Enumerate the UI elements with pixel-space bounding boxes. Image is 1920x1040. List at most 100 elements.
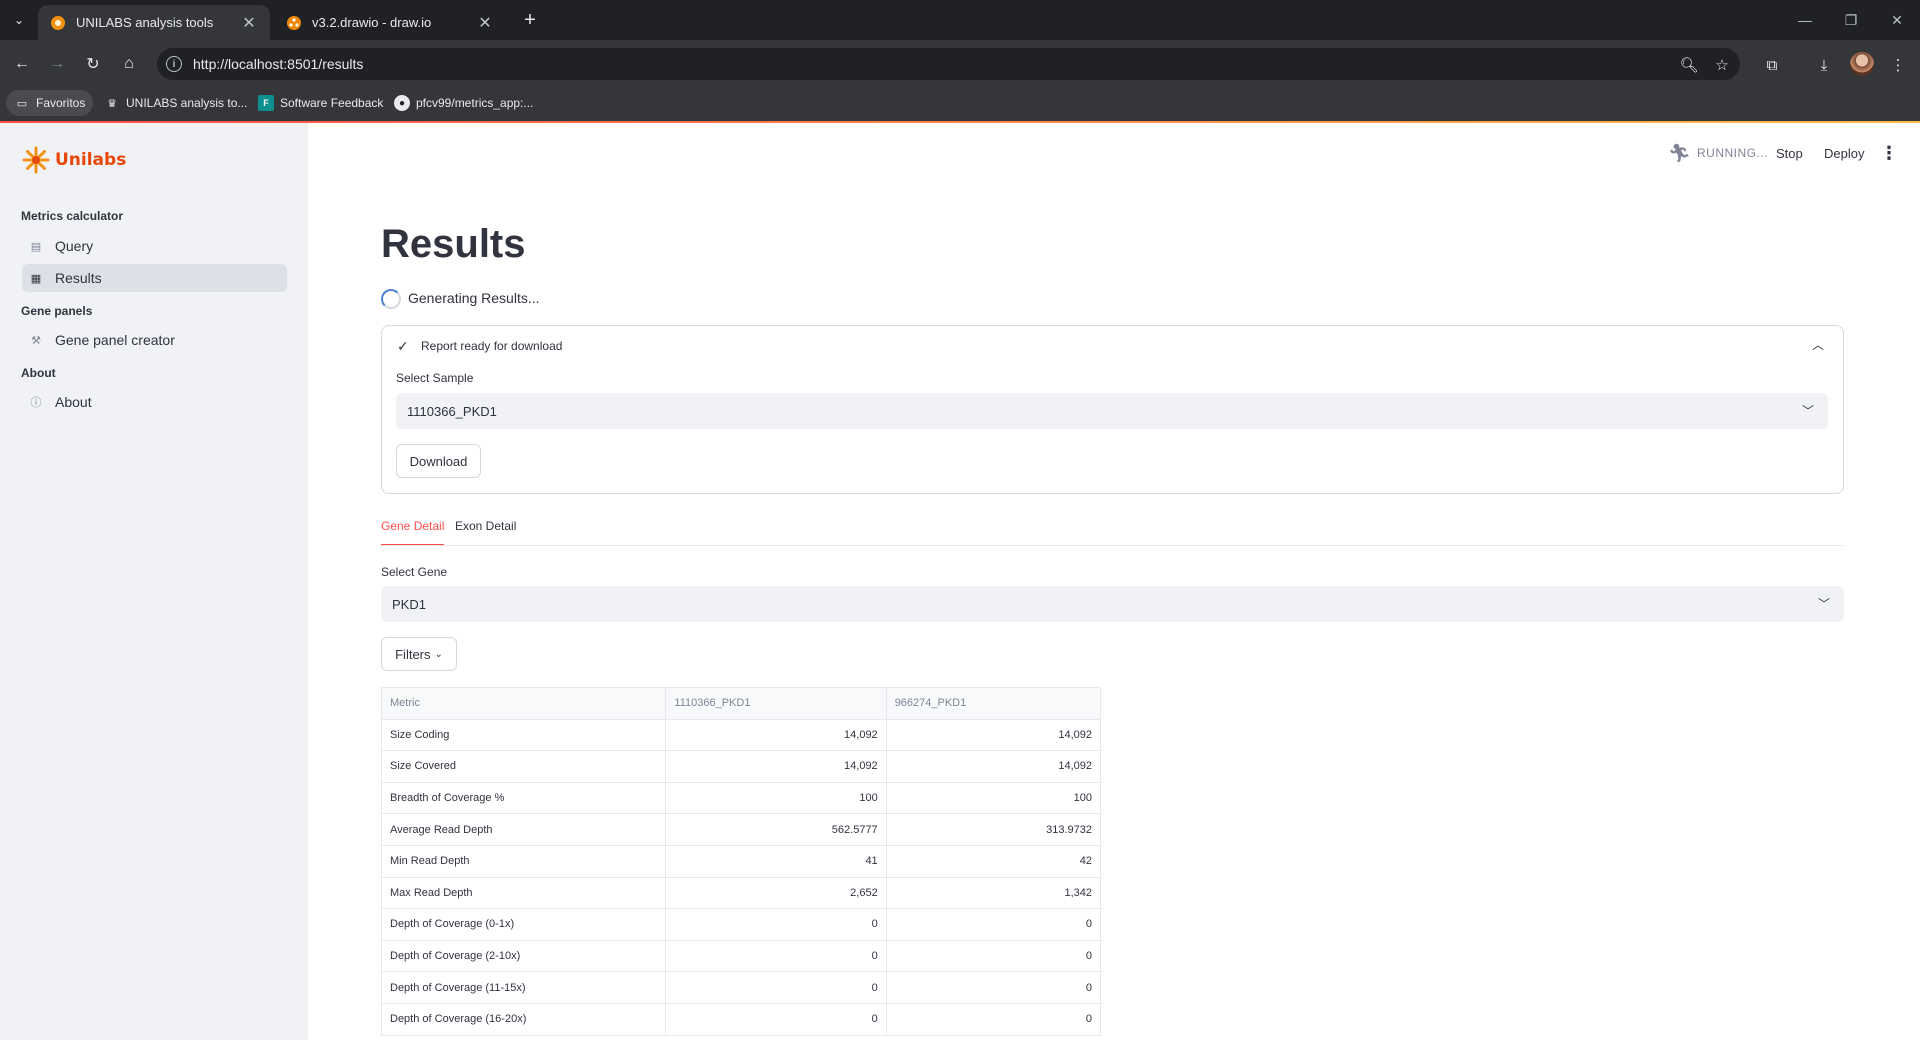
column-header-sample-1[interactable]: 1110366_PKD1 <box>665 687 887 720</box>
section-gene-panels: Gene panels <box>21 304 93 318</box>
bookmark-favoritos[interactable]: ▭ Favoritos <box>6 90 94 116</box>
metric-name-cell[interactable]: Depth of Coverage (2-10x) <box>380 939 667 973</box>
metric-name-cell[interactable]: Breadth of Coverage % <box>380 781 667 815</box>
metric-value-cell[interactable]: 0 <box>665 971 887 1004</box>
metric-value-cell[interactable]: 100 <box>885 781 1102 815</box>
table-icon: ▤ <box>30 240 42 253</box>
home-icon[interactable]: ⌂ <box>115 50 143 78</box>
close-window-icon[interactable]: ✕ <box>1874 0 1920 40</box>
metric-value-cell[interactable]: 0 <box>885 971 1102 1004</box>
sidebar-item-results[interactable]: ▦ Results <box>22 264 287 292</box>
running-status: RUNNING... <box>1697 146 1768 160</box>
spinner-text: Generating Results... <box>408 290 540 306</box>
bookmark-unilabs[interactable]: ♛ UNILABS analysis to... <box>96 90 255 116</box>
sidebar-item-label: Gene panel creator <box>55 332 175 348</box>
column-header-metric[interactable]: Metric <box>380 687 667 720</box>
profile-avatar[interactable] <box>1850 52 1874 76</box>
metric-name-cell[interactable]: Depth of Coverage (0-1x) <box>380 908 667 941</box>
close-tab-icon[interactable]: ✕ <box>240 13 258 33</box>
gene-select-value: PKD1 <box>392 596 426 612</box>
chart-icon: ▦ <box>30 272 42 285</box>
metric-name-cell[interactable]: Max Read Depth <box>380 876 667 910</box>
metrics-table[interactable]: Metric 1110366_PKD1 966274_PKD1 Size Cod… <box>380 687 1102 1036</box>
metric-name-cell[interactable]: Average Read Depth <box>380 813 667 846</box>
browser-tab-inactive[interactable]: v3.2.drawio - draw.io ✕ <box>274 5 506 40</box>
metric-value-cell[interactable]: 0 <box>665 908 887 941</box>
download-button[interactable]: Download <box>396 444 481 478</box>
section-metrics-calculator: Metrics calculator <box>21 209 124 223</box>
extensions-icon[interactable]: ⧉ <box>1760 53 1784 77</box>
select-gene-label: Select Gene <box>381 565 448 579</box>
filters-button[interactable]: Filters ⌄ <box>381 637 457 671</box>
sidebar-item-label: About <box>55 394 92 410</box>
sidebar-item-label: Query <box>55 238 94 254</box>
browser-tab-active[interactable]: UNILABS analysis tools ✕ <box>38 5 270 40</box>
metric-value-cell[interactable]: 14,092 <box>885 718 1102 752</box>
metric-value-cell[interactable]: 0 <box>885 1002 1102 1036</box>
section-about: About <box>21 366 56 380</box>
sidebar-item-about[interactable]: ⓘ About <box>22 388 287 416</box>
metric-value-cell[interactable]: 313.9732 <box>885 813 1102 846</box>
gene-select[interactable]: PKD1 ﹀ <box>381 586 1844 622</box>
metric-value-cell[interactable]: 14,092 <box>665 750 887 783</box>
metric-value-cell[interactable]: 0 <box>665 939 887 973</box>
tab-exon-detail[interactable]: Exon Detail <box>455 519 516 546</box>
column-header-sample-2[interactable]: 966274_PKD1 <box>885 687 1102 720</box>
running-man-icon: 🏃︎ <box>1668 142 1691 163</box>
logo-text: Unilabs <box>55 150 127 170</box>
metric-value-cell[interactable]: 0 <box>885 939 1102 973</box>
metric-value-cell[interactable]: 1,342 <box>885 876 1102 910</box>
deploy-button[interactable]: Deploy <box>1824 142 1864 164</box>
address-bar[interactable]: i http://localhost:8501/results <box>157 48 1740 80</box>
table-row: Depth of Coverage (2-10x) 0 0 <box>380 939 1102 973</box>
chevron-up-icon[interactable]: ︿ <box>1812 336 1824 353</box>
main-menu-icon[interactable]: ⋮ <box>1880 142 1898 164</box>
bookmark-star-icon[interactable]: ☆ <box>1710 53 1734 77</box>
browser-menu-icon[interactable]: ⋮ <box>1886 53 1910 77</box>
new-tab-icon[interactable]: + <box>518 8 542 32</box>
close-tab-icon[interactable]: ✕ <box>476 13 494 33</box>
stop-button[interactable]: Stop <box>1776 142 1803 164</box>
bookmark-software-feedback[interactable]: F Software Feedback <box>250 90 391 116</box>
metric-name-cell[interactable]: Size Covered <box>380 750 667 783</box>
table-row: Depth of Coverage (11-15x) 0 0 <box>380 971 1102 1004</box>
downloads-icon[interactable]: ⤓ <box>1812 53 1836 77</box>
forward-icon[interactable]: → <box>43 50 71 78</box>
bookmark-github[interactable]: ● pfcv99/metrics_app:... <box>386 90 541 116</box>
chevron-down-icon: ﹀ <box>1817 597 1830 611</box>
metric-name-cell[interactable]: Depth of Coverage (16-20x) <box>380 1002 667 1036</box>
sample-select-value: 1110366_PKD1 <box>407 403 497 419</box>
metric-value-cell[interactable]: 41 <box>665 844 887 878</box>
expander-header[interactable]: Report ready for download <box>421 339 562 353</box>
tab-gene-detail[interactable]: Gene Detail <box>381 519 445 546</box>
metric-name-cell[interactable]: Size Coding <box>380 718 667 752</box>
site-info-icon[interactable]: i <box>166 56 182 72</box>
restore-icon[interactable]: ❐ <box>1828 0 1874 40</box>
metric-value-cell[interactable]: 562.5777 <box>665 813 887 846</box>
tab-title: v3.2.drawio - draw.io <box>312 15 432 30</box>
chevron-down-icon: ﹀ <box>1801 404 1814 418</box>
url-text: http://localhost:8501/results <box>193 56 364 72</box>
sidebar-item-label: Results <box>55 270 102 286</box>
loading-spinner-icon <box>381 289 401 309</box>
sidebar-item-gene-panel-creator[interactable]: ⚒ Gene panel creator <box>22 326 287 354</box>
metric-value-cell[interactable]: 14,092 <box>885 750 1102 783</box>
metric-name-cell[interactable]: Min Read Depth <box>380 844 667 878</box>
metric-value-cell[interactable]: 0 <box>665 1002 887 1036</box>
metric-value-cell[interactable]: 0 <box>885 908 1102 941</box>
metric-value-cell[interactable]: 100 <box>665 781 887 815</box>
tab-search-button[interactable]: ⌄ <box>6 8 32 32</box>
sidebar-item-query[interactable]: ▤ Query <box>22 232 287 260</box>
metric-name-cell[interactable]: Depth of Coverage (11-15x) <box>380 971 667 1004</box>
unilabs-logo-icon <box>22 146 50 174</box>
sample-select[interactable]: 1110366_PKD1 ﹀ <box>396 393 1828 429</box>
table-row: Average Read Depth 562.5777 313.9732 <box>380 813 1102 846</box>
back-icon[interactable]: ← <box>8 50 36 78</box>
zoom-icon[interactable]: 🔍︎ <box>1677 53 1701 77</box>
table-row: Breadth of Coverage % 100 100 <box>380 781 1102 815</box>
minimize-icon[interactable]: — <box>1782 0 1828 40</box>
metric-value-cell[interactable]: 2,652 <box>665 876 887 910</box>
reload-icon[interactable]: ↻ <box>79 50 107 78</box>
metric-value-cell[interactable]: 14,092 <box>665 718 887 752</box>
metric-value-cell[interactable]: 42 <box>885 844 1102 878</box>
